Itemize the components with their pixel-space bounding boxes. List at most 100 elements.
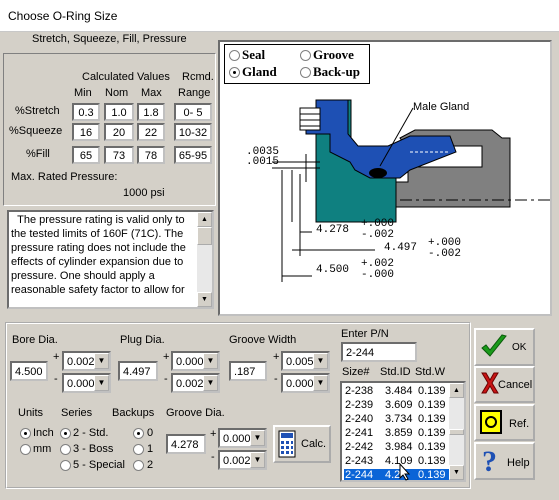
ok-button[interactable]: OK <box>474 328 535 366</box>
chevron-down-icon: ▼ <box>313 375 328 391</box>
gw-plus-sign: + <box>273 351 280 363</box>
note-textbox[interactable]: The pressure rating is valid only to the… <box>7 210 214 309</box>
plug-minus-select[interactable]: 0.002 ▼ <box>171 373 220 393</box>
backup-2-radio[interactable] <box>133 460 144 471</box>
note-text: The pressure rating is valid only to the… <box>11 214 189 296</box>
list-item[interactable]: 2-239 3.609 0.139 <box>344 399 462 412</box>
scroll-down-arrow-icon[interactable]: ▼ <box>197 292 212 307</box>
chevron-down-icon: ▼ <box>203 375 218 391</box>
series-std-radio[interactable] <box>60 428 71 439</box>
stretch-min: 0.3 <box>72 103 100 121</box>
ref-button[interactable]: Ref. <box>474 404 535 441</box>
plug-plus-select[interactable]: 0.000 ▼ <box>171 351 220 371</box>
pn-input[interactable]: 2-244 <box>341 342 417 362</box>
calculator-icon <box>278 430 296 458</box>
squeeze-range: 10-32 <box>174 123 212 141</box>
gw-plus-select[interactable]: 0.005 ▼ <box>281 351 330 371</box>
dim1-minus: -.002 <box>361 229 395 241</box>
series-boss-label: 3 - Boss <box>73 443 114 455</box>
unit-inch-label: Inch <box>33 427 54 439</box>
calc-button[interactable]: Calc. <box>273 425 331 463</box>
groove-dia-input[interactable]: 4.278 <box>166 434 206 454</box>
unit-inch-radio[interactable] <box>20 428 31 439</box>
bolt-shape <box>299 107 321 131</box>
pressure-label: Max. Rated Pressure: <box>11 171 118 183</box>
note-scrollbar[interactable]: ▲ ▼ <box>197 212 212 307</box>
backup-2-label: 2 <box>147 459 154 471</box>
groove-width-input[interactable]: .187 <box>229 361 267 381</box>
groove-width-label: Groove Width <box>229 334 297 346</box>
bore-input[interactable]: 4.500 <box>10 361 48 381</box>
col-w-header: Std.W <box>415 366 445 378</box>
svg-text:?: ? <box>482 446 497 476</box>
backup-0-radio[interactable] <box>133 428 144 439</box>
bore-minus-select[interactable]: 0.000 ▼ <box>62 373 111 393</box>
pn-scrollbar[interactable]: ▲ ▼ <box>449 383 464 480</box>
rcmd-header: Rcmd. <box>182 71 214 83</box>
x-mark-icon <box>481 372 499 394</box>
plug-label: Plug Dia. <box>120 334 165 346</box>
plug-input[interactable]: 4.497 <box>118 361 158 381</box>
diagram-label: Male Gland <box>413 101 470 113</box>
dim2-minus: -.002 <box>428 248 462 260</box>
gd-plus-select[interactable]: 0.000 ▼ <box>218 428 267 448</box>
stretch-label: %Stretch <box>15 105 60 117</box>
list-item[interactable]: 2-242 3.984 0.139 <box>344 441 462 454</box>
list-item[interactable]: 2-240 3.734 0.139 <box>344 413 462 426</box>
chevron-down-icon: ▼ <box>94 353 109 369</box>
series-special-label: 5 - Special <box>73 459 125 471</box>
question-mark-icon: ? <box>482 446 497 476</box>
stretch-range: 0- 5 <box>174 103 212 121</box>
scroll-up-arrow-icon[interactable]: ▲ <box>197 212 212 227</box>
help-button[interactable]: ? Help <box>474 442 535 480</box>
backup-1-radio[interactable] <box>133 444 144 455</box>
scroll-thumb[interactable] <box>197 227 212 245</box>
list-item[interactable]: 2-241 3.859 0.139 <box>344 427 462 440</box>
squeeze-max: 22 <box>137 123 165 141</box>
col-size-header: Size# <box>342 366 370 378</box>
series-special-radio[interactable] <box>60 460 71 471</box>
scroll-up-arrow-icon[interactable]: ▲ <box>449 383 464 398</box>
backup-1-label: 1 <box>147 443 154 455</box>
groove-dia-label: Groove Dia. <box>166 407 225 419</box>
cancel-button-label: Cancel <box>498 379 533 391</box>
bore-label: Bore Dia. <box>12 334 58 346</box>
gw-minus-select[interactable]: 0.000 ▼ <box>281 373 330 393</box>
dim1-value: 4.278 <box>316 224 350 236</box>
panel-subtitle: Stretch, Squeeze, Fill, Pressure <box>32 33 187 45</box>
gw-minus-sign: - <box>274 373 278 385</box>
calc-button-label: Calc. <box>301 438 327 450</box>
backup-0-label: 0 <box>147 427 154 439</box>
unit-mm-radio[interactable] <box>20 444 31 455</box>
window-title: Choose O-Ring Size <box>8 9 118 23</box>
units-label: Units <box>18 407 44 419</box>
help-button-label: Help <box>507 457 530 469</box>
scroll-down-arrow-icon[interactable]: ▼ <box>449 465 464 480</box>
list-item[interactable]: 2-238 3.484 0.139 <box>344 385 462 398</box>
stretch-max: 1.8 <box>137 103 165 121</box>
chevron-down-icon: ▼ <box>250 452 265 468</box>
series-label: Series <box>61 407 93 419</box>
gd-minus-select[interactable]: 0.002 ▼ <box>218 450 267 470</box>
stretch-nom: 1.0 <box>104 103 134 121</box>
diagram-panel: Seal Gland Groove Back-up Male Gland .00… <box>218 40 552 316</box>
cancel-button[interactable]: Cancel <box>474 366 535 403</box>
oring-shape <box>369 168 387 178</box>
col-id-header: Std.ID <box>380 366 411 378</box>
pressure-value: 1000 psi <box>123 187 165 199</box>
chevron-down-icon: ▼ <box>203 353 218 369</box>
squeeze-label: %Squeeze <box>9 125 63 137</box>
series-boss-radio[interactable] <box>60 444 71 455</box>
fill-max: 78 <box>137 146 165 164</box>
col-max-header: Max <box>141 87 162 99</box>
gd-plus-sign: + <box>210 428 217 440</box>
pn-label: Enter P/N <box>341 328 389 340</box>
bore-plus-select[interactable]: 0.002 ▼ <box>62 351 111 371</box>
fill-min: 65 <box>72 146 100 164</box>
backups-label: Backups <box>112 407 155 419</box>
mouse-cursor-icon <box>399 463 411 481</box>
dim-top-2: .0015 <box>246 156 280 168</box>
scroll-thumb[interactable] <box>449 429 464 435</box>
fill-label: %Fill <box>26 148 50 160</box>
chevron-down-icon: ▼ <box>313 353 328 369</box>
